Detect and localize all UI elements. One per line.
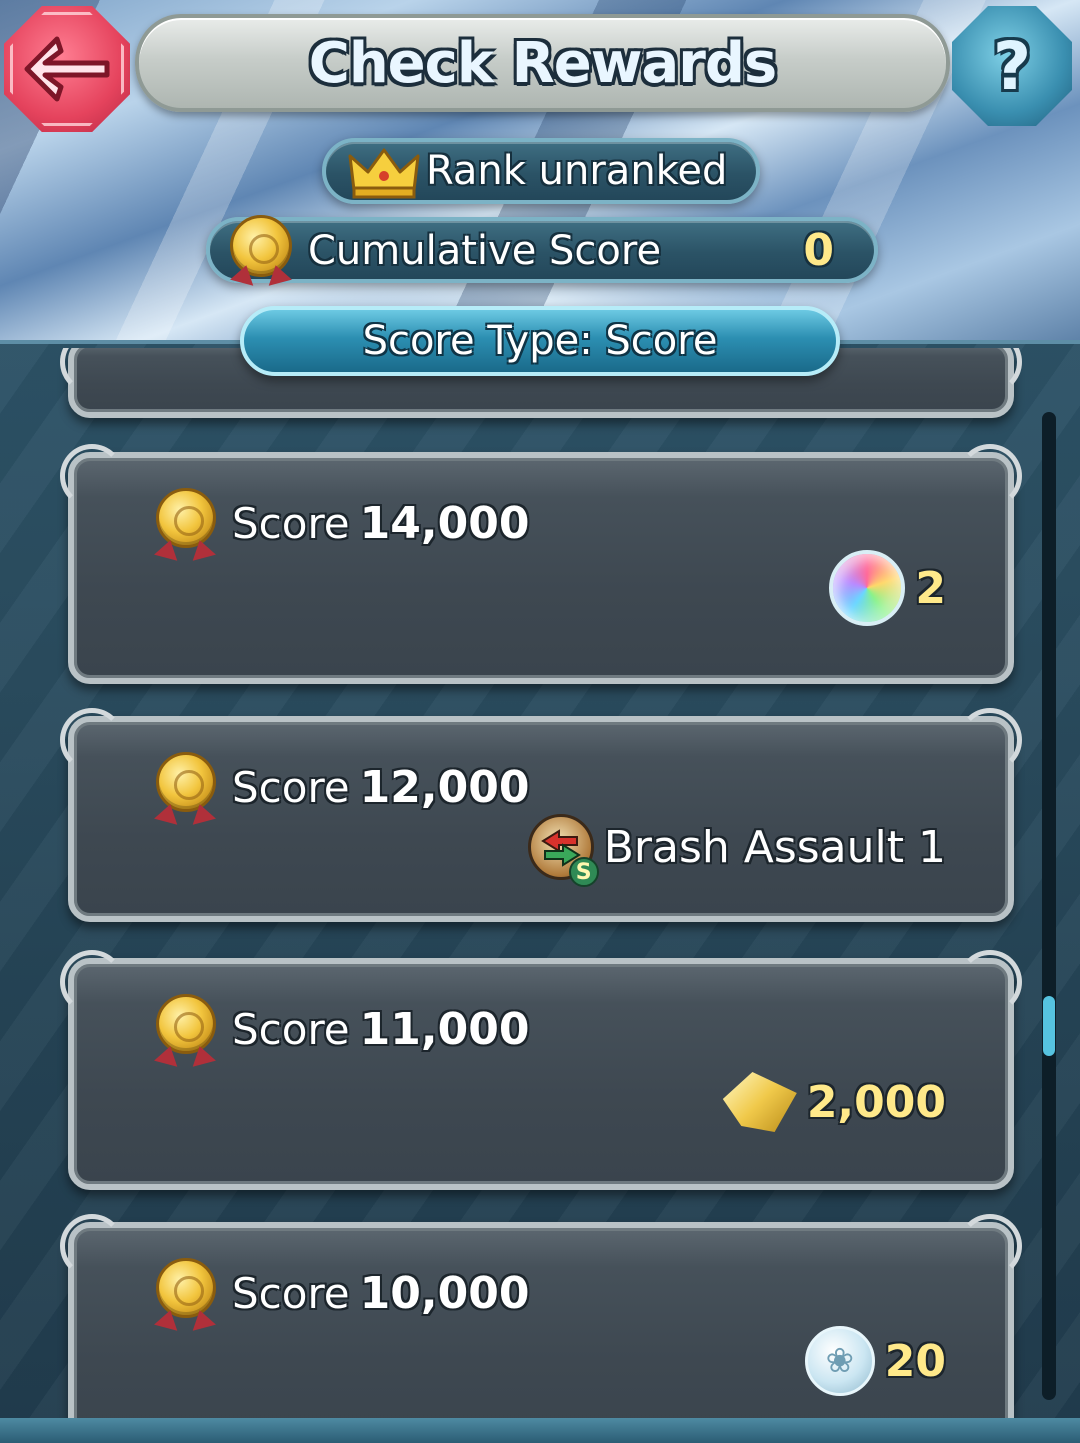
score-medal-icon [154,752,220,828]
score-label: Score [232,499,350,548]
reward-card: Score 10,000 ❀ 20 [60,1214,1022,1443]
help-button[interactable]: ? [952,6,1072,126]
cumulative-score-value: 0 [803,225,834,276]
reward-item: ❀ 20 [804,1326,946,1396]
title-plate: Check Rewards [135,14,950,112]
reward-item: 2,000 [722,1072,946,1132]
score-type-label: Score Type: Score [362,318,718,364]
score-medal-icon [154,994,220,1070]
rank-label: Rank unranked [426,148,728,194]
cumulative-score-display: Cumulative Score 0 [206,215,878,286]
back-button[interactable] [4,6,130,132]
reward-list[interactable]: Score 14,000 2 Score 12,000 S Brash Assaul… [0,348,1080,1443]
score-value: 12,000 [359,762,530,813]
orb-icon [829,550,906,626]
scrollbar-track[interactable] [1042,412,1056,1400]
score-label: Score [232,1005,350,1054]
score-label: Score [232,763,350,812]
score-threshold: Score 10,000 [232,1268,529,1319]
reward-card: Score 14,000 2 [60,444,1022,684]
score-value: 10,000 [359,1268,530,1319]
reward-amount: 20 [884,1335,946,1387]
crystal-icon [722,1072,797,1132]
reward-amount: 2 [915,562,946,614]
score-threshold: Score 11,000 [232,1004,529,1055]
crown-icon [348,148,420,199]
score-label: Score [232,1269,350,1318]
rank-display: Rank unranked [322,138,760,204]
reward-item: 2 [829,550,946,626]
score-value: 14,000 [359,498,530,549]
feather-icon: ❀ [804,1326,875,1396]
page-title: Check Rewards [308,30,778,96]
reward-card: Score 12,000 S Brash Assault 1 [60,708,1022,922]
score-threshold: Score 12,000 [232,762,529,813]
skill-icon: S [527,814,599,887]
question-mark-icon: ? [992,27,1032,105]
score-medal-icon [154,488,220,564]
bottom-nav-edge [0,1418,1080,1443]
cumulative-score-label: Cumulative Score [308,228,662,274]
scrollbar-thumb[interactable] [1043,996,1055,1056]
reward-skill-name: Brash Assault 1 [603,821,946,873]
score-threshold: Score 14,000 [232,498,529,549]
reward-item: S Brash Assault 1 [527,814,946,887]
reward-card: Score 11,000 2,000 [60,950,1022,1190]
score-medal-icon [154,1258,220,1334]
skill-type-badge: S [568,857,599,887]
reward-amount: 2,000 [806,1076,946,1128]
score-value: 11,000 [359,1004,530,1055]
score-type-selector[interactable]: Score Type: Score [240,306,840,376]
back-arrow-icon [24,36,110,102]
